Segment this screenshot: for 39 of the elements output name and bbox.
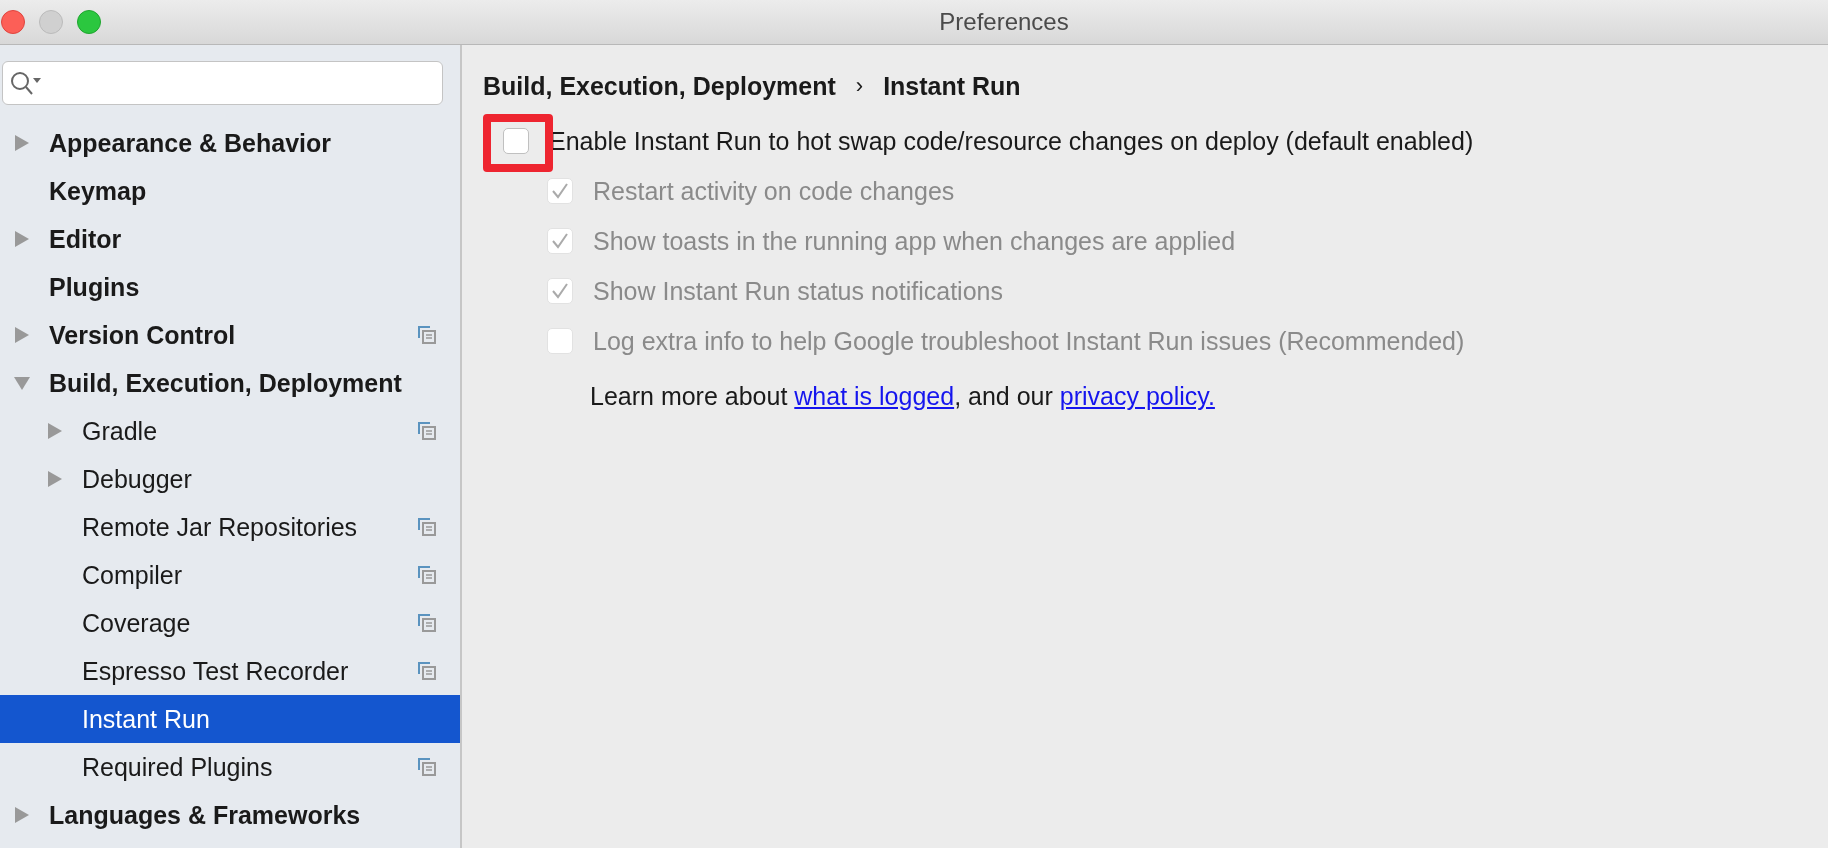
breadcrumb-separator: › (855, 73, 864, 99)
expanded-arrow-icon[interactable] (14, 374, 30, 392)
sidebar-item[interactable]: Languages & Frameworks (0, 791, 460, 839)
what-is-logged-link[interactable]: what is logged (794, 382, 955, 410)
search-field[interactable] (2, 61, 443, 105)
checkbox-label: Restart activity on code changes (593, 176, 955, 206)
collapsed-arrow-icon[interactable] (14, 326, 30, 344)
minimize-button[interactable] (39, 10, 63, 34)
sidebar-item[interactable]: Required Plugins (0, 743, 460, 791)
sidebar-item[interactable]: Keymap (0, 167, 460, 215)
breadcrumb-parent[interactable]: Build, Execution, Deployment (483, 71, 836, 101)
sidebar-item[interactable]: Remote Jar Repositories (0, 503, 460, 551)
sidebar-item[interactable]: Build, Execution, Deployment (0, 359, 460, 407)
breadcrumb-current: Instant Run (883, 71, 1021, 101)
info-text: Learn more about what is logged, and our privacy policy. (590, 382, 1216, 411)
checkbox-label: Show Instant Run status notifications (593, 276, 1003, 306)
collapsed-arrow-icon[interactable] (47, 422, 63, 440)
checkbox-label: Show toasts in the running app when changes are applied (593, 226, 1236, 256)
collapsed-arrow-icon[interactable] (47, 470, 63, 488)
close-button[interactable] (1, 10, 25, 34)
sidebar-item[interactable]: Editor (0, 215, 460, 263)
sidebar-item[interactable]: Gradle (0, 407, 460, 455)
checkbox-label: Log extra info to help Google troubleshoot Instant Run issues (Recommended) (593, 326, 1465, 356)
sidebar-item[interactable]: Espresso Test Recorder (0, 647, 460, 695)
sidebar-item[interactable]: Compiler (0, 551, 460, 599)
sidebar-item[interactable]: Instant Run (0, 695, 460, 743)
sidebar-item[interactable]: Coverage (0, 599, 460, 647)
search-icon (9, 70, 41, 96)
collapsed-arrow-icon[interactable] (14, 230, 30, 248)
sidebar-item[interactable]: Plugins (0, 263, 460, 311)
sidebar-item[interactable]: Version Control (0, 311, 460, 359)
zoom-button[interactable] (77, 10, 101, 34)
collapsed-arrow-icon[interactable] (14, 806, 30, 824)
sidebar-item[interactable]: Debugger (0, 455, 460, 503)
window-title: Preferences (939, 8, 1069, 36)
sidebar-item[interactable]: Appearance & Behavior (0, 119, 460, 167)
privacy-policy-link[interactable]: privacy policy. (1059, 382, 1215, 410)
checkbox[interactable] (503, 128, 529, 154)
collapsed-arrow-icon[interactable] (14, 134, 30, 152)
